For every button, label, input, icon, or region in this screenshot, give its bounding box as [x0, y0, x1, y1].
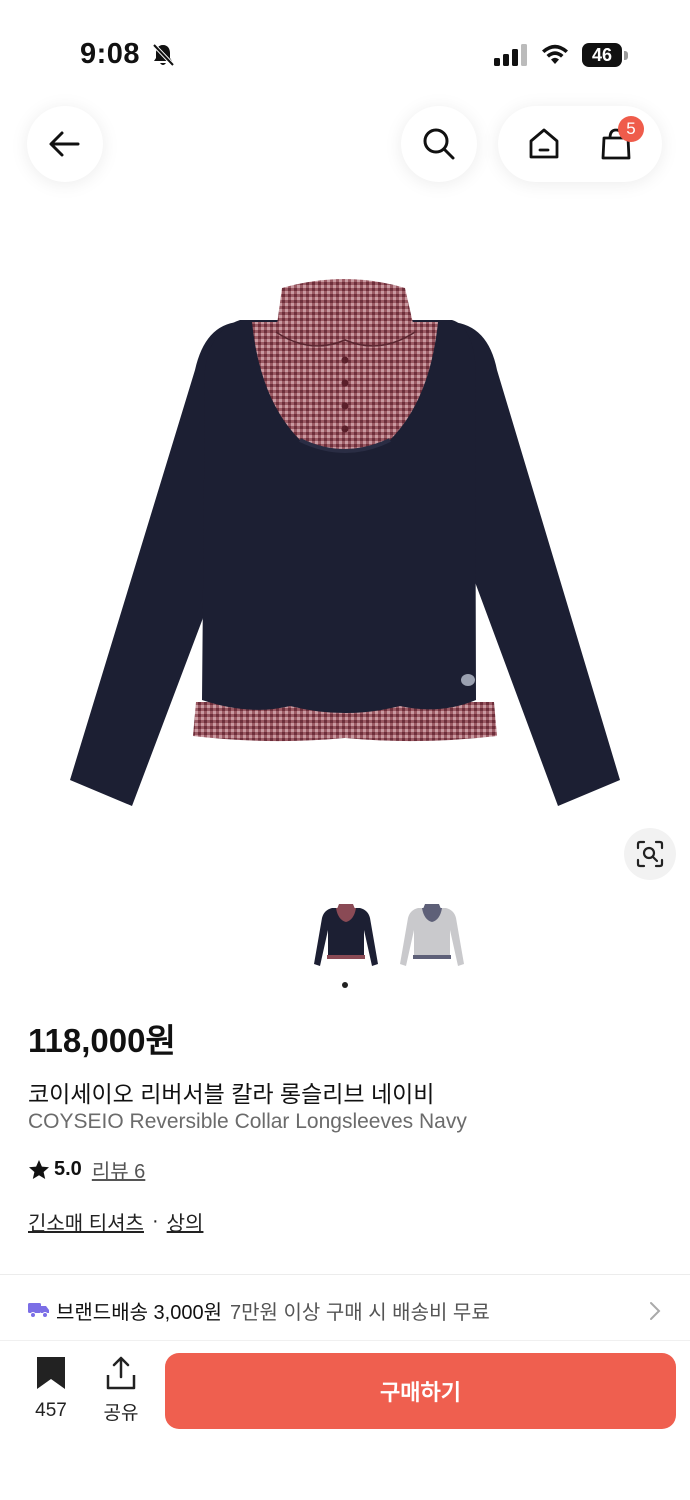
category-breadcrumb: 긴소매 티셔츠 · 상의 — [28, 1207, 203, 1236]
silent-bell-icon — [152, 43, 175, 67]
home-cart-group: 5 — [498, 106, 662, 182]
chevron-right-icon — [650, 1302, 661, 1320]
category-link-tops[interactable]: 상의 — [167, 1207, 204, 1236]
rating-score: 5.0 — [54, 1158, 82, 1180]
battery-indicator: 46 — [582, 43, 622, 67]
share-button[interactable]: 공유 — [98, 1355, 144, 1425]
color-thumbnails — [0, 900, 690, 975]
section-divider — [0, 1274, 690, 1275]
back-button[interactable] — [27, 106, 103, 182]
review-link[interactable]: 리뷰 6 — [92, 1155, 145, 1184]
wifi-icon — [542, 44, 568, 64]
home-icon — [529, 128, 559, 159]
visual-search-button[interactable] — [624, 828, 676, 880]
product-name-english: COYSEIO Reversible Collar Longsleeves Na… — [28, 1110, 467, 1133]
category-separator: · — [151, 1210, 159, 1232]
bookmark-icon — [37, 1357, 65, 1389]
buy-button[interactable]: 구매하기 — [165, 1353, 676, 1429]
home-button[interactable] — [514, 114, 574, 174]
gallery-indicator-dot — [342, 982, 348, 988]
shipping-info-row[interactable]: 브랜드배송 3,000원 7만원 이상 구매 시 배송비 무료 — [0, 1282, 690, 1338]
bottom-action-bar: 457 공유 구매하기 — [0, 1340, 690, 1500]
product-price: 118,000원 — [28, 1022, 176, 1059]
shipping-free-note: 7만원 이상 구매 시 배송비 무료 — [230, 1301, 490, 1324]
battery-cap — [624, 51, 628, 60]
arrow-left-icon — [49, 131, 80, 157]
status-bar: 9:08 46 — [0, 0, 690, 110]
cart-count-badge: 5 — [618, 116, 644, 142]
thumbnail-gray[interactable] — [396, 900, 468, 972]
lens-search-icon — [636, 840, 664, 868]
share-icon — [106, 1356, 136, 1390]
share-label: 공유 — [103, 1403, 139, 1424]
save-count: 457 — [35, 1400, 67, 1421]
save-button[interactable]: 457 — [28, 1355, 74, 1422]
truck-icon — [28, 1303, 49, 1318]
cellular-signal-icon — [494, 44, 527, 66]
cart-button[interactable]: 5 — [586, 114, 646, 174]
star-icon — [29, 1159, 49, 1179]
status-time: 9:08 — [80, 38, 141, 70]
product-name-korean: 코이세이오 리버서블 칼라 롱슬리브 네이비 — [28, 1081, 435, 1107]
product-image[interactable] — [0, 240, 690, 880]
thumbnail-navy[interactable] — [310, 900, 382, 972]
shipping-brand-fee: 브랜드배송 3,000원 — [56, 1301, 223, 1324]
search-icon — [423, 128, 455, 160]
category-link-longsleeve[interactable]: 긴소매 티셔츠 — [28, 1207, 144, 1236]
rating-row: 5.0 리뷰 6 — [28, 1155, 145, 1184]
search-button[interactable] — [401, 106, 477, 182]
